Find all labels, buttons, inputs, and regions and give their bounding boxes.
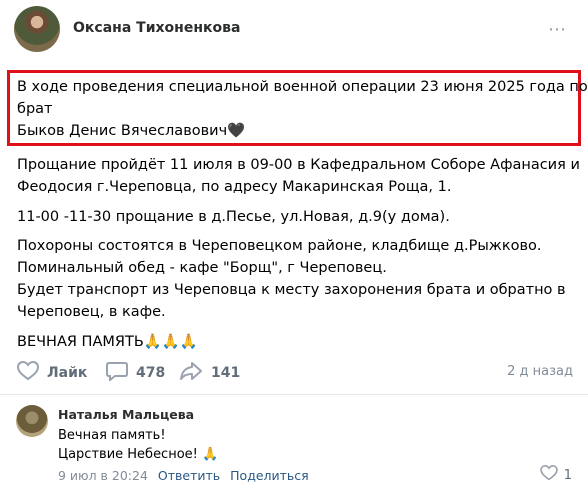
comments-count: 478 <box>136 365 166 381</box>
shares-count: 141 <box>211 365 241 381</box>
reply-button[interactable]: Ответить <box>158 468 220 483</box>
post-time[interactable]: 2 д назад <box>507 364 573 379</box>
share-icon <box>179 361 203 385</box>
post-text-line: Поминальный обед - кафе "Борщ", г Черепо… <box>17 260 387 276</box>
like-label: Лайк <box>47 365 88 381</box>
comment-meta: 9 июл в 20:24 Ответить Поделиться <box>58 468 309 483</box>
post-actions-bar: Лайк 478 141 2 д назад <box>0 358 588 388</box>
post-author-name[interactable]: Оксана Тихоненкова <box>73 20 240 36</box>
comment-likes-count: 1 <box>563 467 572 483</box>
comment-text-line: Вечная память! <box>58 428 166 443</box>
commenter-name[interactable]: Наталья Мальцева <box>58 407 194 422</box>
author-avatar[interactable] <box>14 6 60 52</box>
more-options-icon[interactable]: ⋯ <box>548 19 567 40</box>
comments-button[interactable]: 478 <box>106 362 165 384</box>
post-text-line: брат <box>17 101 53 117</box>
comment-text-line: Царствие Небесное! 🙏 <box>58 447 219 462</box>
post-text-line: Похороны состоятся в Череповецком районе… <box>17 238 542 254</box>
heart-icon <box>16 360 40 385</box>
comment-time[interactable]: 9 июл в 20:24 <box>58 468 148 483</box>
post-header: Оксана Тихоненкова ⋯ <box>0 0 588 60</box>
share-button[interactable]: 141 <box>179 362 240 384</box>
heart-icon <box>539 464 558 485</box>
post-text-line: Быков Денис Вячеславович🖤 <box>17 123 246 139</box>
comment-like-button[interactable]: 1 <box>539 464 572 485</box>
post-text-line: ВЕЧНАЯ ПАМЯТЬ🙏🙏🙏 <box>17 334 198 350</box>
post-text-line: 11-00 -11-30 прощание в д.Песье, ул.Нова… <box>17 209 450 225</box>
post-text-line: Феодосия г.Череповца, по адресу Макаринс… <box>17 179 452 195</box>
post-text-line: В ходе проведения специальной военной оп… <box>17 79 588 95</box>
post-text-line: Будет транспорт из Череповца к месту зах… <box>17 282 566 298</box>
divider <box>0 394 588 395</box>
comment-icon <box>106 361 128 385</box>
commenter-avatar[interactable] <box>16 405 48 437</box>
post-text-line: Череповец, в кафе. <box>17 304 166 320</box>
like-button[interactable]: Лайк <box>16 360 88 385</box>
comment-share-button[interactable]: Поделиться <box>230 468 309 483</box>
post-text-line: Прощание пройдёт 11 июля в 09-00 в Кафед… <box>17 157 580 173</box>
